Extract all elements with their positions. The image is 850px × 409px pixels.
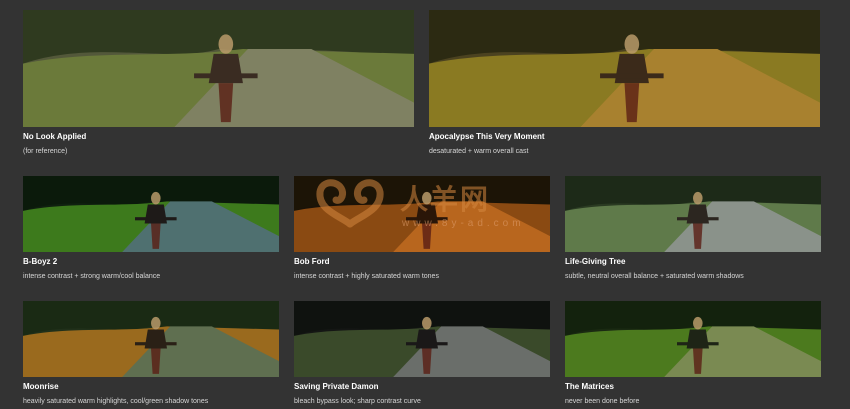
- motorcycle: [422, 223, 432, 249]
- look-title: Moonrise: [23, 382, 59, 391]
- look-thumbnail[interactable]: [294, 176, 550, 252]
- frame-image: [23, 10, 414, 127]
- rider-head: [422, 191, 432, 205]
- look-description: bleach bypass look; sharp contrast curve: [294, 398, 421, 405]
- motorcycle: [151, 348, 161, 374]
- handlebar: [600, 73, 664, 79]
- look-description: heavily saturated warm highlights, cool/…: [23, 398, 209, 405]
- frame-image: [23, 301, 279, 377]
- handlebar: [406, 217, 448, 221]
- handlebar: [677, 217, 719, 221]
- look-card-apocalypse[interactable]: Apocalypse This Very Moment desaturated …: [429, 10, 820, 156]
- frame-image: [429, 10, 820, 127]
- look-description: intense contrast + strong warm/cool bala…: [23, 273, 161, 280]
- look-description: (for reference): [23, 148, 68, 155]
- rider-head: [693, 316, 703, 330]
- rider-body: [686, 204, 709, 224]
- handlebar: [135, 217, 177, 221]
- look-title: Saving Private Damon: [294, 382, 379, 391]
- motorcycle: [693, 348, 703, 374]
- look-title: Bob Ford: [294, 257, 330, 266]
- look-thumbnail[interactable]: [23, 176, 279, 252]
- frame-image: [565, 301, 821, 377]
- look-card-the-matrices[interactable]: The Matrices never been done before: [565, 301, 821, 406]
- look-title: B-Boyz 2: [23, 257, 58, 266]
- rider-body: [144, 329, 167, 349]
- rider-body: [614, 53, 649, 84]
- rider-body: [415, 204, 438, 224]
- look-card-saving-private-damon[interactable]: Saving Private Damon bleach bypass look;…: [294, 301, 550, 406]
- handlebar: [194, 73, 258, 79]
- handlebar: [677, 342, 719, 346]
- motorcycle: [693, 223, 703, 249]
- look-title: Apocalypse This Very Moment: [429, 132, 545, 141]
- motorcycle: [151, 223, 161, 249]
- rider-body: [144, 204, 167, 224]
- look-title: Life-Giving Tree: [565, 257, 626, 266]
- look-description: intense contrast + highly saturated warm…: [294, 273, 439, 280]
- look-description: never been done before: [565, 398, 640, 405]
- handlebar: [135, 342, 177, 346]
- motorcycle: [422, 348, 432, 374]
- look-card-life-giving-tree[interactable]: Life-Giving Tree subtle, neutral overall…: [565, 176, 821, 281]
- rider-body: [686, 329, 709, 349]
- look-title: No Look Applied: [23, 132, 87, 141]
- look-thumbnail[interactable]: [23, 301, 279, 377]
- rider-head: [693, 191, 703, 205]
- handlebar: [406, 342, 448, 346]
- look-thumbnail[interactable]: [294, 301, 550, 377]
- rider-body: [415, 329, 438, 349]
- look-thumbnail[interactable]: [23, 10, 414, 127]
- rider-head: [218, 34, 234, 54]
- look-thumbnail[interactable]: [565, 176, 821, 252]
- motorcycle: [624, 83, 640, 123]
- look-card-b-boyz-2[interactable]: B-Boyz 2 intense contrast + strong warm/…: [23, 176, 279, 281]
- frame-image: [23, 176, 279, 252]
- frame-image: [294, 301, 550, 377]
- look-card-moonrise[interactable]: Moonrise heavily saturated warm highligh…: [23, 301, 279, 406]
- look-description: subtle, neutral overall balance + satura…: [565, 273, 744, 280]
- look-thumbnail[interactable]: [565, 301, 821, 377]
- motorcycle: [218, 83, 234, 123]
- rider-head: [422, 316, 432, 330]
- rider-head: [624, 34, 640, 54]
- rider-head: [151, 316, 161, 330]
- rider-body: [208, 53, 243, 84]
- look-title: The Matrices: [565, 382, 614, 391]
- look-thumbnail[interactable]: [429, 10, 820, 127]
- look-card-no-look[interactable]: No Look Applied (for reference): [23, 10, 414, 156]
- look-description: desaturated + warm overall cast: [429, 148, 529, 155]
- rider-head: [151, 191, 161, 205]
- frame-image: [565, 176, 821, 252]
- look-card-bob-ford[interactable]: Bob Ford intense contrast + highly satur…: [294, 176, 550, 281]
- frame-image: [294, 176, 550, 252]
